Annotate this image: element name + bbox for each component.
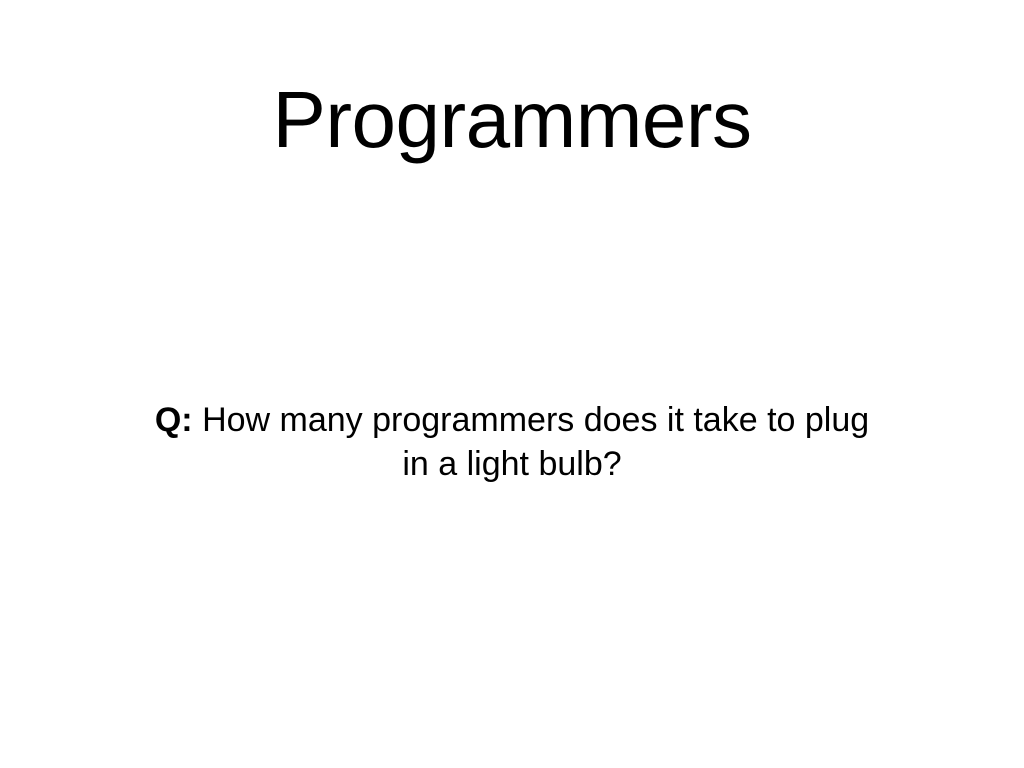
slide: Programmers Q: How many programmers does…: [0, 0, 1024, 768]
question-body: How many programmers does it take to plu…: [202, 401, 870, 483]
question-prefix: Q:: [154, 401, 193, 439]
slide-title: Programmers: [272, 75, 752, 164]
question-text: Q: How many programmers does it take to …: [150, 398, 874, 486]
